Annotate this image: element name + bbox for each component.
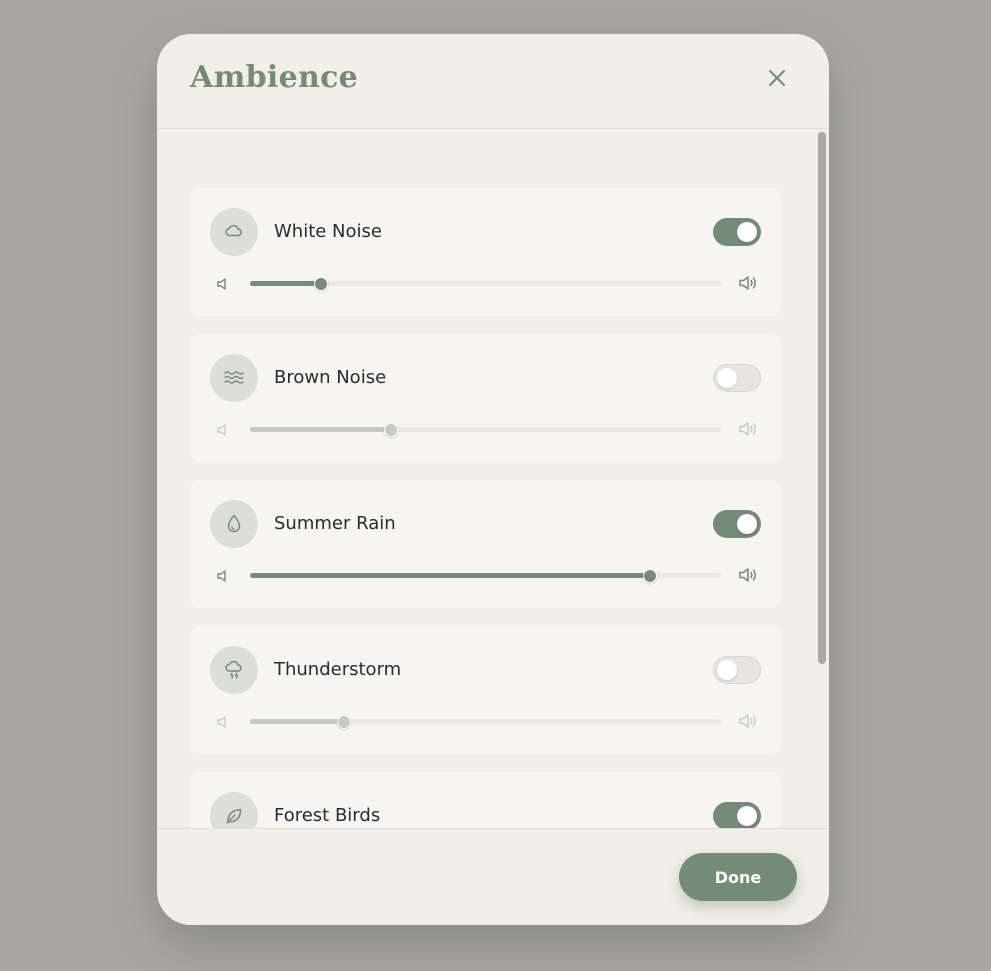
cloud-icon xyxy=(225,224,242,237)
done-button[interactable]: Done xyxy=(679,853,797,901)
sound-name: Thunderstorm xyxy=(274,659,402,680)
sound-icon-badge xyxy=(210,354,258,402)
volume-slider-fill xyxy=(250,719,345,724)
sound-icon-badge xyxy=(210,792,258,828)
sound-card: Summer Rain xyxy=(190,480,781,608)
volume-low-icon xyxy=(216,422,230,436)
volume-slider[interactable] xyxy=(250,422,721,437)
sound-card: Forest Birds xyxy=(190,772,781,828)
volume-slider-fill xyxy=(250,573,651,578)
sound-name: White Noise xyxy=(274,221,382,242)
toggle-knob xyxy=(737,514,757,534)
volume-low-icon xyxy=(216,714,230,728)
sound-toggle[interactable] xyxy=(713,510,761,538)
volume-slider-thumb[interactable] xyxy=(384,422,399,437)
scrollbar[interactable] xyxy=(818,132,826,664)
sound-name: Brown Noise xyxy=(274,367,387,388)
ambience-dialog: Ambience White Noise Brown Noise Summer Ra… xyxy=(157,34,829,925)
volume-high-icon xyxy=(738,420,760,438)
sound-icon-badge xyxy=(210,208,258,256)
sound-card: Brown Noise xyxy=(190,334,781,462)
dialog-header: Ambience xyxy=(157,34,829,129)
toggle-knob xyxy=(737,222,757,242)
sound-icon-badge xyxy=(210,646,258,694)
volume-slider-thumb[interactable] xyxy=(643,568,658,583)
sound-card: Thunderstorm xyxy=(190,626,781,754)
toggle-knob xyxy=(717,368,737,388)
volume-slider-thumb[interactable] xyxy=(313,276,328,291)
volume-high-icon xyxy=(738,274,760,292)
dialog-title: Ambience xyxy=(190,60,359,95)
volume-slider-fill xyxy=(250,427,392,432)
droplet-icon xyxy=(227,514,241,533)
sound-toggle[interactable] xyxy=(713,364,761,392)
volume-slider-thumb[interactable] xyxy=(337,714,352,729)
volume-high-icon xyxy=(738,566,760,584)
sound-toggle[interactable] xyxy=(713,802,761,828)
sound-name: Forest Birds xyxy=(274,805,381,826)
volume-slider-fill xyxy=(250,281,321,286)
volume-slider[interactable] xyxy=(250,276,721,291)
cloud-lightning-icon xyxy=(225,660,242,679)
sound-card: White Noise xyxy=(190,188,781,316)
dialog-footer: Done xyxy=(157,828,829,925)
toggle-knob xyxy=(737,806,757,826)
volume-low-icon xyxy=(216,276,230,290)
volume-low-icon xyxy=(216,568,230,582)
volume-slider[interactable] xyxy=(250,714,721,729)
close-icon xyxy=(769,70,785,86)
volume-high-icon xyxy=(738,712,760,730)
sound-name: Summer Rain xyxy=(274,513,396,534)
sound-list[interactable]: White Noise Brown Noise Summer Rain Thunder… xyxy=(157,129,829,828)
leaf-icon xyxy=(226,808,242,824)
sound-toggle[interactable] xyxy=(713,218,761,246)
sound-toggle[interactable] xyxy=(713,656,761,684)
volume-slider[interactable] xyxy=(250,568,721,583)
waves-icon xyxy=(224,371,244,384)
close-button[interactable] xyxy=(763,64,791,92)
sound-icon-badge xyxy=(210,500,258,548)
toggle-knob xyxy=(717,660,737,680)
